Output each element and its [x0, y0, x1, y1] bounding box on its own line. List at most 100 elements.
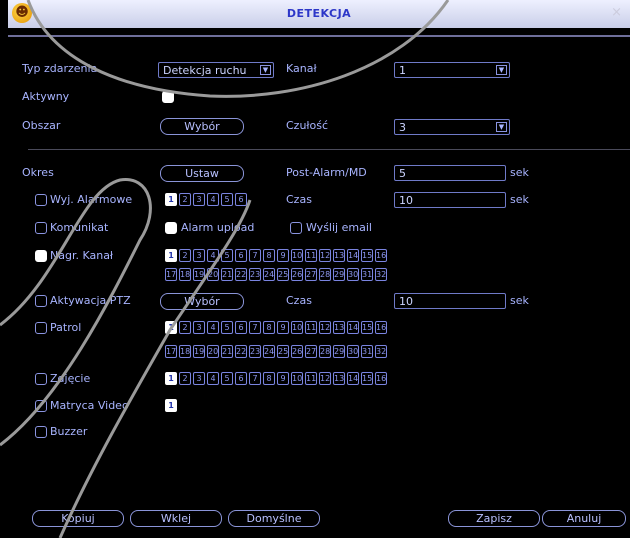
tour-number-4[interactable]: 4 [207, 321, 219, 334]
record-channel-number-8[interactable]: 8 [263, 249, 275, 262]
snapshot-number-1[interactable]: 1 [165, 372, 177, 385]
tour-number-27[interactable]: 27 [305, 345, 317, 358]
tour-number-30[interactable]: 30 [347, 345, 359, 358]
tour-checkbox[interactable] [35, 322, 47, 334]
copy-button[interactable]: Kopiuj [32, 510, 124, 527]
record-channel-number-31[interactable]: 31 [361, 268, 373, 281]
sensitivity-select[interactable]: 3 ▼ [394, 119, 510, 135]
record-channel-number-30[interactable]: 30 [347, 268, 359, 281]
alarm-out-number-4[interactable]: 4 [207, 193, 219, 206]
tour-number-8[interactable]: 8 [263, 321, 275, 334]
record-channel-number-7[interactable]: 7 [249, 249, 261, 262]
tour-number-2[interactable]: 2 [179, 321, 191, 334]
snapshot-number-6[interactable]: 6 [235, 372, 247, 385]
send-email-checkbox[interactable] [290, 222, 302, 234]
tour-number-19[interactable]: 19 [193, 345, 205, 358]
record-channel-number-3[interactable]: 3 [193, 249, 205, 262]
record-channel-number-9[interactable]: 9 [277, 249, 289, 262]
record-channel-number-15[interactable]: 15 [361, 249, 373, 262]
alarm-out-number-5[interactable]: 5 [221, 193, 233, 206]
tour-number-21[interactable]: 21 [221, 345, 233, 358]
alarm-out-number-3[interactable]: 3 [193, 193, 205, 206]
record-channel-number-17[interactable]: 17 [165, 268, 177, 281]
snapshot-number-15[interactable]: 15 [361, 372, 373, 385]
record-channel-number-26[interactable]: 26 [291, 268, 303, 281]
tour-number-17[interactable]: 17 [165, 345, 177, 358]
tour-number-18[interactable]: 18 [179, 345, 191, 358]
snapshot-number-11[interactable]: 11 [305, 372, 317, 385]
tour-number-12[interactable]: 12 [319, 321, 331, 334]
snapshot-number-16[interactable]: 16 [375, 372, 387, 385]
tour-number-31[interactable]: 31 [361, 345, 373, 358]
tour-number-1[interactable]: 1 [165, 321, 177, 334]
record-channel-number-24[interactable]: 24 [263, 268, 275, 281]
event-type-select[interactable]: Detekcja ruchu ▼ [158, 62, 274, 78]
tour-number-11[interactable]: 11 [305, 321, 317, 334]
post-alarm-input[interactable]: 5 [394, 165, 506, 181]
record-channel-number-6[interactable]: 6 [235, 249, 247, 262]
ptz-time-input[interactable]: 10 [394, 293, 506, 309]
tour-number-5[interactable]: 5 [221, 321, 233, 334]
snapshot-number-2[interactable]: 2 [179, 372, 191, 385]
record-channel-number-23[interactable]: 23 [249, 268, 261, 281]
active-checkbox[interactable] [162, 91, 174, 103]
record-channel-checkbox[interactable] [35, 250, 47, 262]
ptz-checkbox[interactable] [35, 295, 47, 307]
buzzer-checkbox[interactable] [35, 426, 47, 438]
cancel-button[interactable]: Anuluj [542, 510, 626, 527]
alarm-out-checkbox[interactable] [35, 194, 47, 206]
tour-number-28[interactable]: 28 [319, 345, 331, 358]
alarm-out-number-1[interactable]: 1 [165, 193, 177, 206]
record-channel-number-32[interactable]: 32 [375, 268, 387, 281]
snapshot-number-4[interactable]: 4 [207, 372, 219, 385]
record-channel-number-12[interactable]: 12 [319, 249, 331, 262]
record-channel-number-22[interactable]: 22 [235, 268, 247, 281]
tour-number-25[interactable]: 25 [277, 345, 289, 358]
tour-number-32[interactable]: 32 [375, 345, 387, 358]
video-matrix-checkbox[interactable] [35, 400, 47, 412]
record-channel-number-5[interactable]: 5 [221, 249, 233, 262]
save-button[interactable]: Zapisz [448, 510, 540, 527]
record-channel-number-20[interactable]: 20 [207, 268, 219, 281]
tour-number-15[interactable]: 15 [361, 321, 373, 334]
video-matrix-number-1[interactable]: 1 [165, 399, 177, 412]
record-channel-number-28[interactable]: 28 [319, 268, 331, 281]
tour-number-20[interactable]: 20 [207, 345, 219, 358]
record-channel-number-4[interactable]: 4 [207, 249, 219, 262]
channel-select[interactable]: 1 ▼ [394, 62, 510, 78]
snapshot-number-10[interactable]: 10 [291, 372, 303, 385]
snapshot-number-8[interactable]: 8 [263, 372, 275, 385]
alarm-upload-checkbox[interactable] [165, 222, 177, 234]
record-channel-number-27[interactable]: 27 [305, 268, 317, 281]
alarm-out-number-6[interactable]: 6 [235, 193, 247, 206]
message-checkbox[interactable] [35, 222, 47, 234]
tour-number-9[interactable]: 9 [277, 321, 289, 334]
ptz-select-button[interactable]: Wybór [160, 293, 244, 310]
snapshot-number-14[interactable]: 14 [347, 372, 359, 385]
tour-number-6[interactable]: 6 [235, 321, 247, 334]
tour-number-29[interactable]: 29 [333, 345, 345, 358]
close-icon[interactable]: × [611, 5, 622, 20]
region-select-button[interactable]: Wybór [160, 118, 244, 135]
record-channel-number-19[interactable]: 19 [193, 268, 205, 281]
alarm-out-number-2[interactable]: 2 [179, 193, 191, 206]
snapshot-number-13[interactable]: 13 [333, 372, 345, 385]
snapshot-number-5[interactable]: 5 [221, 372, 233, 385]
tour-number-13[interactable]: 13 [333, 321, 345, 334]
tour-number-23[interactable]: 23 [249, 345, 261, 358]
record-channel-number-29[interactable]: 29 [333, 268, 345, 281]
paste-button[interactable]: Wklej [130, 510, 222, 527]
record-channel-number-10[interactable]: 10 [291, 249, 303, 262]
snapshot-number-7[interactable]: 7 [249, 372, 261, 385]
snapshot-number-12[interactable]: 12 [319, 372, 331, 385]
alarm-time-input[interactable]: 10 [394, 192, 506, 208]
tour-number-3[interactable]: 3 [193, 321, 205, 334]
default-button[interactable]: Domyślne [228, 510, 320, 527]
record-channel-number-2[interactable]: 2 [179, 249, 191, 262]
record-channel-number-14[interactable]: 14 [347, 249, 359, 262]
snapshot-number-3[interactable]: 3 [193, 372, 205, 385]
record-channel-number-13[interactable]: 13 [333, 249, 345, 262]
tour-number-10[interactable]: 10 [291, 321, 303, 334]
period-set-button[interactable]: Ustaw [160, 165, 244, 182]
snapshot-checkbox[interactable] [35, 373, 47, 385]
